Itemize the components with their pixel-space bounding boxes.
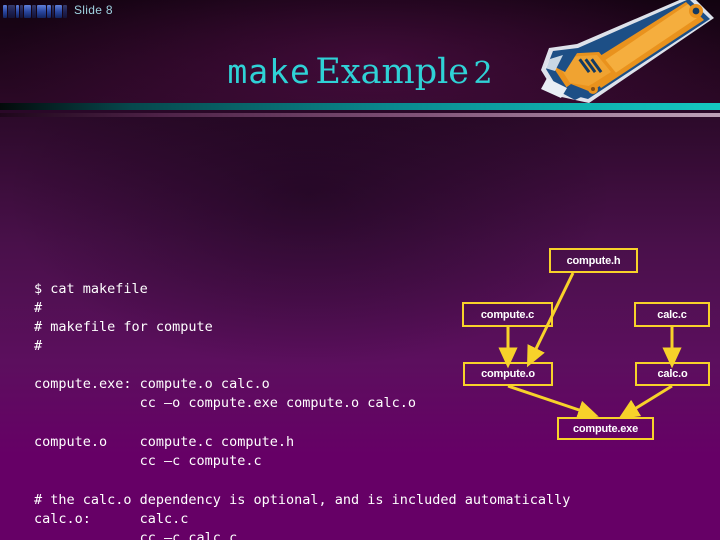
page-title: make Example 2 — [0, 55, 720, 90]
terminal-block-computeo-rule: compute.o compute.c compute.h cc –c comp… — [34, 434, 295, 469]
title-number: 2 — [473, 56, 493, 91]
diagram-node-compute-h[interactable]: compute.h — [549, 248, 638, 273]
diagram-node-calc-o[interactable]: calc.o — [635, 362, 710, 386]
diagram-node-compute-exe[interactable]: compute.exe — [557, 417, 654, 440]
diagram-node-calc-c[interactable]: calc.c — [634, 302, 710, 327]
diagram-node-compute-c[interactable]: compute.c — [462, 302, 553, 327]
slide-number-label: Slide 8 — [74, 3, 113, 17]
terminal-block-command: $ cat makefile # # makefile for compute … — [34, 281, 213, 354]
slide-body: $ cat makefile # # makefile for compute … — [0, 117, 720, 540]
title-serif-word: Example — [315, 52, 470, 92]
company-logo-icon — [3, 4, 67, 19]
terminal-block-computeexe-rule: compute.exe: compute.o calc.o cc –o comp… — [34, 376, 417, 411]
slide-canvas: Slide 8 make Example 2 $ cat makefile # … — [0, 0, 720, 540]
diagram-node-compute-o[interactable]: compute.o — [463, 362, 553, 386]
title-mono-word: make — [227, 52, 311, 91]
terminal-block-calco-rule: # the calc.o dependency is optional, and… — [34, 492, 571, 540]
divider-teal — [0, 103, 720, 110]
